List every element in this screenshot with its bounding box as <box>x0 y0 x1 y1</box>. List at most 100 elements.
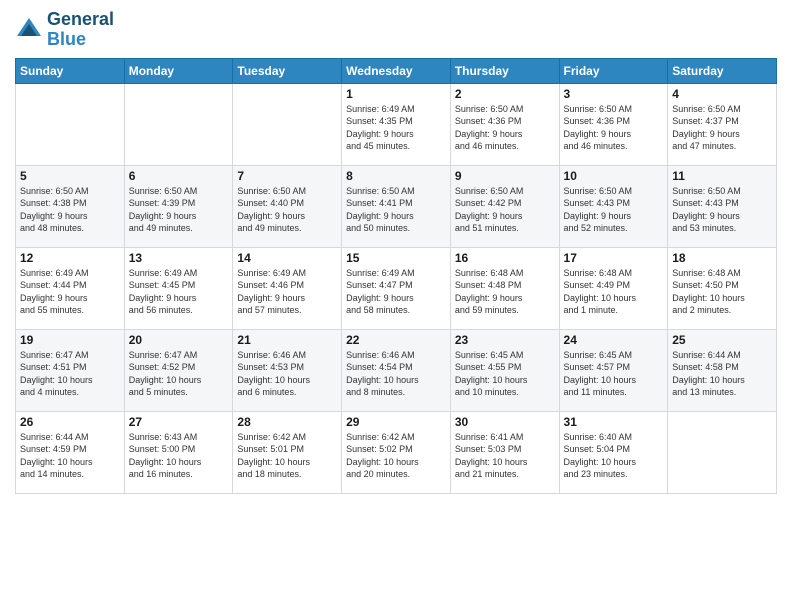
day-info: Sunrise: 6:49 AM Sunset: 4:46 PM Dayligh… <box>237 267 337 317</box>
day-info: Sunrise: 6:40 AM Sunset: 5:04 PM Dayligh… <box>564 431 664 481</box>
calendar-cell: 29 Sunrise: 6:42 AM Sunset: 5:02 PM Dayli… <box>342 411 451 493</box>
day-info: Sunrise: 6:50 AM Sunset: 4:43 PM Dayligh… <box>672 185 772 235</box>
day-number: 26 <box>20 415 120 429</box>
day-number: 29 <box>346 415 446 429</box>
day-number: 24 <box>564 333 664 347</box>
calendar-cell: 22 Sunrise: 6:46 AM Sunset: 4:54 PM Dayli… <box>342 329 451 411</box>
day-info: Sunrise: 6:45 AM Sunset: 4:57 PM Dayligh… <box>564 349 664 399</box>
page: General Blue SundayMondayTuesdayWednesda… <box>0 0 792 612</box>
day-number: 23 <box>455 333 555 347</box>
day-info: Sunrise: 6:47 AM Sunset: 4:51 PM Dayligh… <box>20 349 120 399</box>
calendar-cell: 16 Sunrise: 6:48 AM Sunset: 4:48 PM Dayli… <box>450 247 559 329</box>
calendar-cell: 24 Sunrise: 6:45 AM Sunset: 4:57 PM Dayli… <box>559 329 668 411</box>
weekday-header: Thursday <box>450 58 559 83</box>
calendar-cell <box>124 83 233 165</box>
day-info: Sunrise: 6:50 AM Sunset: 4:36 PM Dayligh… <box>455 103 555 153</box>
calendar-cell: 10Sunrise: 6:50 AM Sunset: 4:43 PM Dayli… <box>559 165 668 247</box>
day-number: 11 <box>672 169 772 183</box>
calendar-cell: 9 Sunrise: 6:50 AM Sunset: 4:42 PM Daylig… <box>450 165 559 247</box>
day-number: 14 <box>237 251 337 265</box>
day-number: 19 <box>20 333 120 347</box>
calendar-cell: 13 Sunrise: 6:49 AM Sunset: 4:45 PM Dayli… <box>124 247 233 329</box>
header: General Blue <box>15 10 777 50</box>
day-info: Sunrise: 6:48 AM Sunset: 4:50 PM Dayligh… <box>672 267 772 317</box>
calendar-cell: 1 Sunrise: 6:49 AM Sunset: 4:35 PM Daylig… <box>342 83 451 165</box>
day-number: 2 <box>455 87 555 101</box>
calendar-cell: 21 Sunrise: 6:46 AM Sunset: 4:53 PM Dayli… <box>233 329 342 411</box>
calendar-week-row: 5Sunrise: 6:50 AM Sunset: 4:38 PM Daylig… <box>16 165 777 247</box>
calendar-cell: 25Sunrise: 6:44 AM Sunset: 4:58 PM Dayli… <box>668 329 777 411</box>
day-info: Sunrise: 6:49 AM Sunset: 4:45 PM Dayligh… <box>129 267 229 317</box>
day-number: 27 <box>129 415 229 429</box>
day-info: Sunrise: 6:50 AM Sunset: 4:38 PM Dayligh… <box>20 185 120 235</box>
day-info: Sunrise: 6:44 AM Sunset: 4:59 PM Dayligh… <box>20 431 120 481</box>
day-number: 22 <box>346 333 446 347</box>
day-number: 9 <box>455 169 555 183</box>
day-info: Sunrise: 6:49 AM Sunset: 4:44 PM Dayligh… <box>20 267 120 317</box>
day-info: Sunrise: 6:49 AM Sunset: 4:35 PM Dayligh… <box>346 103 446 153</box>
day-info: Sunrise: 6:50 AM Sunset: 4:41 PM Dayligh… <box>346 185 446 235</box>
day-info: Sunrise: 6:46 AM Sunset: 4:53 PM Dayligh… <box>237 349 337 399</box>
day-info: Sunrise: 6:50 AM Sunset: 4:37 PM Dayligh… <box>672 103 772 153</box>
day-number: 4 <box>672 87 772 101</box>
calendar-cell <box>668 411 777 493</box>
calendar-week-row: 26 Sunrise: 6:44 AM Sunset: 4:59 PM Dayli… <box>16 411 777 493</box>
day-number: 16 <box>455 251 555 265</box>
day-info: Sunrise: 6:48 AM Sunset: 4:48 PM Dayligh… <box>455 267 555 317</box>
day-info: Sunrise: 6:50 AM Sunset: 4:39 PM Dayligh… <box>129 185 229 235</box>
weekday-header: Wednesday <box>342 58 451 83</box>
calendar-cell: 30 Sunrise: 6:41 AM Sunset: 5:03 PM Dayli… <box>450 411 559 493</box>
day-info: Sunrise: 6:49 AM Sunset: 4:47 PM Dayligh… <box>346 267 446 317</box>
logo-icon <box>15 16 43 44</box>
day-number: 21 <box>237 333 337 347</box>
calendar-week-row: 1 Sunrise: 6:49 AM Sunset: 4:35 PM Daylig… <box>16 83 777 165</box>
day-info: Sunrise: 6:42 AM Sunset: 5:01 PM Dayligh… <box>237 431 337 481</box>
calendar-cell: 28 Sunrise: 6:42 AM Sunset: 5:01 PM Dayli… <box>233 411 342 493</box>
day-number: 13 <box>129 251 229 265</box>
calendar-cell: 5Sunrise: 6:50 AM Sunset: 4:38 PM Daylig… <box>16 165 125 247</box>
calendar-cell: 17Sunrise: 6:48 AM Sunset: 4:49 PM Dayli… <box>559 247 668 329</box>
day-info: Sunrise: 6:42 AM Sunset: 5:02 PM Dayligh… <box>346 431 446 481</box>
day-number: 15 <box>346 251 446 265</box>
calendar-week-row: 12 Sunrise: 6:49 AM Sunset: 4:44 PM Dayli… <box>16 247 777 329</box>
calendar-cell: 20Sunrise: 6:47 AM Sunset: 4:52 PM Dayli… <box>124 329 233 411</box>
day-number: 30 <box>455 415 555 429</box>
calendar-cell: 4 Sunrise: 6:50 AM Sunset: 4:37 PM Daylig… <box>668 83 777 165</box>
calendar-cell: 23Sunrise: 6:45 AM Sunset: 4:55 PM Dayli… <box>450 329 559 411</box>
day-number: 28 <box>237 415 337 429</box>
day-number: 18 <box>672 251 772 265</box>
calendar-cell: 31Sunrise: 6:40 AM Sunset: 5:04 PM Dayli… <box>559 411 668 493</box>
day-info: Sunrise: 6:41 AM Sunset: 5:03 PM Dayligh… <box>455 431 555 481</box>
day-number: 8 <box>346 169 446 183</box>
calendar-header-row: SundayMondayTuesdayWednesdayThursdayFrid… <box>16 58 777 83</box>
day-number: 17 <box>564 251 664 265</box>
day-info: Sunrise: 6:50 AM Sunset: 4:42 PM Dayligh… <box>455 185 555 235</box>
day-info: Sunrise: 6:50 AM Sunset: 4:43 PM Dayligh… <box>564 185 664 235</box>
weekday-header: Monday <box>124 58 233 83</box>
weekday-header: Tuesday <box>233 58 342 83</box>
logo: General Blue <box>15 10 114 50</box>
calendar-cell: 2 Sunrise: 6:50 AM Sunset: 4:36 PM Daylig… <box>450 83 559 165</box>
calendar-cell: 11 Sunrise: 6:50 AM Sunset: 4:43 PM Dayli… <box>668 165 777 247</box>
calendar-cell: 27 Sunrise: 6:43 AM Sunset: 5:00 PM Dayli… <box>124 411 233 493</box>
weekday-header: Sunday <box>16 58 125 83</box>
day-number: 20 <box>129 333 229 347</box>
day-number: 1 <box>346 87 446 101</box>
calendar-cell: 12 Sunrise: 6:49 AM Sunset: 4:44 PM Dayli… <box>16 247 125 329</box>
day-info: Sunrise: 6:46 AM Sunset: 4:54 PM Dayligh… <box>346 349 446 399</box>
calendar-cell <box>233 83 342 165</box>
calendar-cell: 6Sunrise: 6:50 AM Sunset: 4:39 PM Daylig… <box>124 165 233 247</box>
calendar-cell: 7Sunrise: 6:50 AM Sunset: 4:40 PM Daylig… <box>233 165 342 247</box>
calendar-cell: 19 Sunrise: 6:47 AM Sunset: 4:51 PM Dayli… <box>16 329 125 411</box>
calendar-cell: 8 Sunrise: 6:50 AM Sunset: 4:41 PM Daylig… <box>342 165 451 247</box>
weekday-header: Saturday <box>668 58 777 83</box>
calendar-cell: 18 Sunrise: 6:48 AM Sunset: 4:50 PM Dayli… <box>668 247 777 329</box>
calendar-cell: 15 Sunrise: 6:49 AM Sunset: 4:47 PM Dayli… <box>342 247 451 329</box>
day-number: 25 <box>672 333 772 347</box>
day-info: Sunrise: 6:50 AM Sunset: 4:36 PM Dayligh… <box>564 103 664 153</box>
day-info: Sunrise: 6:43 AM Sunset: 5:00 PM Dayligh… <box>129 431 229 481</box>
weekday-header: Friday <box>559 58 668 83</box>
calendar-cell: 26 Sunrise: 6:44 AM Sunset: 4:59 PM Dayli… <box>16 411 125 493</box>
day-number: 7 <box>237 169 337 183</box>
day-number: 12 <box>20 251 120 265</box>
